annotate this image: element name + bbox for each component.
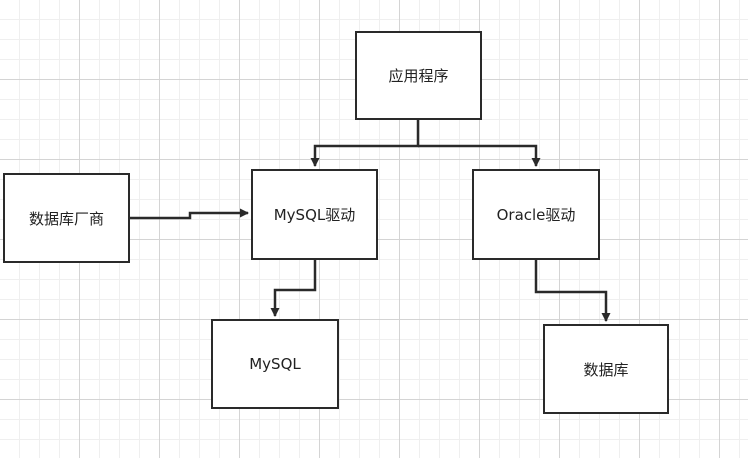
- node-mysql-label: MySQL: [249, 355, 301, 373]
- edge-oracle-driver-to-database: [534, 260, 611, 322]
- edge-mysql-driver-to-mysql: [270, 260, 317, 317]
- node-mysql-driver-label: MySQL驱动: [273, 206, 356, 224]
- node-mysql-driver[interactable]: MySQL驱动: [251, 169, 378, 260]
- node-database-label: 数据库: [583, 360, 629, 379]
- edge-vendor-to-mysql-driver: [130, 208, 249, 220]
- node-oracle-driver[interactable]: Oracle驱动: [472, 169, 600, 260]
- node-vendor[interactable]: 数据库厂商: [3, 173, 130, 263]
- node-app[interactable]: 应用程序: [355, 31, 482, 120]
- edge-app-to-mysql-driver: [310, 120, 420, 167]
- node-database[interactable]: 数据库: [543, 324, 669, 414]
- node-oracle-driver-label: Oracle驱动: [496, 206, 576, 224]
- node-vendor-label: 数据库厂商: [28, 209, 104, 228]
- edge-app-to-oracle-driver: [418, 144, 541, 167]
- node-app-label: 应用程序: [388, 67, 449, 85]
- node-mysql[interactable]: MySQL: [211, 319, 339, 409]
